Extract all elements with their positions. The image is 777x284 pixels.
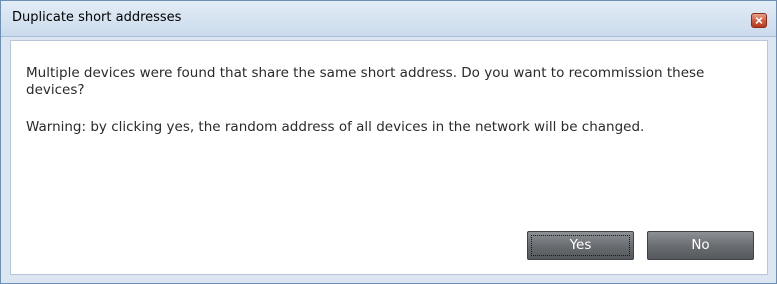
no-button[interactable]: No — [647, 231, 754, 260]
close-icon — [755, 17, 763, 24]
no-button-label: No — [691, 237, 710, 253]
close-button[interactable] — [751, 13, 767, 28]
yes-button-label: Yes — [569, 237, 592, 253]
yes-button[interactable]: Yes — [527, 231, 634, 260]
dialog-message: Multiple devices were found that share t… — [26, 65, 705, 98]
title-bar[interactable]: Duplicate short addresses — [1, 1, 776, 37]
dialog-window: Duplicate short addresses Multiple devic… — [0, 0, 777, 284]
dialog-title: Duplicate short addresses — [12, 10, 182, 25]
dialog-warning: Warning: by clicking yes, the random add… — [26, 119, 645, 135]
